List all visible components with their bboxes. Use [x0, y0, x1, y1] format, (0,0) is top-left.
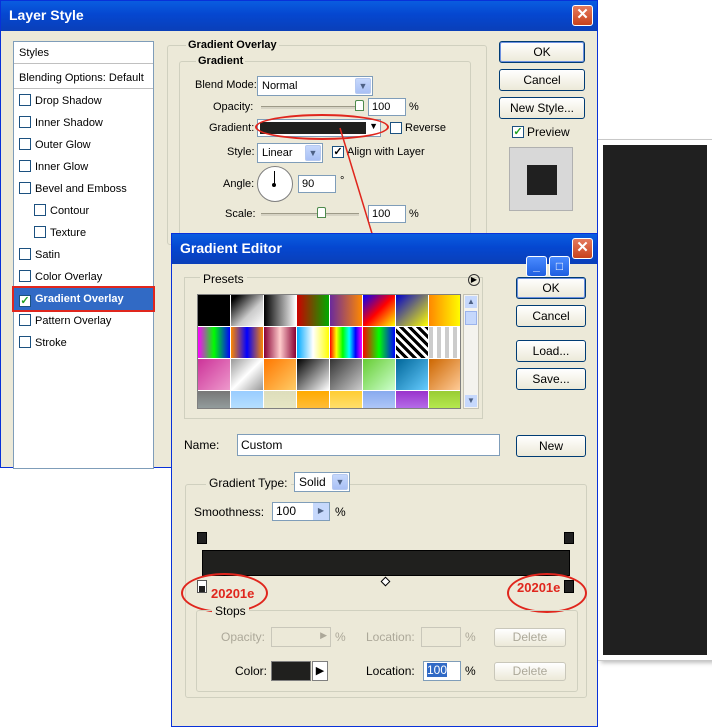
color-label: Color: — [235, 664, 268, 678]
preset-swatch[interactable] — [231, 359, 264, 391]
preset-swatch[interactable] — [429, 359, 460, 391]
stop-location-label: Location: — [366, 630, 415, 644]
preset-swatch[interactable] — [396, 295, 429, 327]
preset-swatch[interactable] — [198, 359, 231, 391]
color-menu-arrow-icon[interactable]: ▶ — [312, 661, 328, 681]
opacity-stop-right[interactable] — [564, 532, 574, 544]
stops-label: Stops — [212, 604, 249, 618]
stop-opacity-percent-sign: % — [335, 630, 346, 644]
preset-swatch[interactable] — [330, 327, 363, 359]
gradient-type-label: Gradient Type: — [206, 476, 291, 490]
preset-swatch[interactable] — [363, 327, 396, 359]
preset-swatch[interactable] — [264, 295, 297, 327]
delete-opacity-stop-button: Delete — [494, 628, 566, 647]
stop-location-input — [421, 627, 461, 647]
stop-opacity-input: ▶ — [271, 627, 331, 647]
preset-swatch[interactable] — [231, 295, 264, 327]
ge-cancel-button[interactable]: Cancel — [516, 305, 586, 327]
chevron-down-icon: ▼ — [332, 474, 348, 490]
preset-swatch[interactable] — [264, 359, 297, 391]
color-location-label: Location: — [366, 664, 415, 678]
preset-swatch[interactable] — [264, 327, 297, 359]
gradient-editor-titlebar[interactable]: Gradient Editor _ □ ✕ — [172, 234, 597, 277]
scroll-up-icon[interactable]: ▲ — [465, 296, 477, 308]
preset-swatch[interactable] — [297, 391, 330, 408]
presets-swatch-grid — [197, 294, 461, 409]
name-input[interactable]: Custom — [237, 434, 500, 456]
preset-swatch[interactable] — [231, 391, 264, 408]
color-location-input[interactable]: 100 — [423, 661, 461, 681]
preset-swatch[interactable] — [330, 391, 363, 408]
smoothness-label: Smoothness: — [194, 505, 265, 519]
preset-swatch[interactable] — [396, 327, 429, 359]
gradient-editor-dialog: Gradient Editor _ □ ✕ Presets ▶ ▲ ▼ OK C… — [171, 233, 598, 727]
preset-swatch[interactable] — [231, 327, 264, 359]
preset-swatch[interactable] — [363, 391, 396, 408]
smoothness-arrow-icon[interactable]: ▶ — [313, 503, 329, 520]
gradient-editor-title: Gradient Editor — [180, 240, 282, 256]
preset-swatch[interactable] — [198, 327, 231, 359]
gradient-preview-bar[interactable] — [202, 550, 570, 576]
preset-swatch[interactable] — [198, 391, 231, 408]
preset-swatch[interactable] — [198, 295, 231, 327]
close-icon[interactable]: ✕ — [572, 238, 593, 259]
presets-label: Presets — [200, 272, 247, 286]
right-stop-annotation: 20201e — [517, 580, 561, 595]
left-stop-annotation: 20201e — [211, 586, 255, 601]
color-swatch[interactable] — [271, 661, 311, 681]
preset-swatch[interactable] — [363, 359, 396, 391]
gradient-type-select[interactable]: Solid ▼ — [294, 472, 350, 492]
stop-location-percent-sign: % — [465, 630, 476, 644]
smoothness-percent-sign: % — [335, 505, 346, 519]
stop-opacity-arrow-icon: ▶ — [320, 630, 327, 640]
name-label: Name: — [184, 438, 220, 452]
preset-swatch[interactable] — [330, 295, 363, 327]
preset-swatch[interactable] — [396, 359, 429, 391]
scroll-down-icon[interactable]: ▼ — [465, 395, 477, 407]
preset-swatch[interactable] — [297, 295, 330, 327]
preset-swatch[interactable] — [429, 295, 460, 327]
preset-swatch[interactable] — [297, 327, 330, 359]
preset-swatch[interactable] — [363, 295, 396, 327]
smoothness-input[interactable]: 100 ▶ — [272, 502, 330, 521]
preset-swatch[interactable] — [297, 359, 330, 391]
maximize-icon[interactable]: □ — [549, 256, 570, 277]
opacity-stop-left[interactable] — [197, 532, 207, 544]
scroll-thumb[interactable] — [465, 311, 477, 325]
preset-swatch[interactable] — [429, 327, 460, 359]
preset-swatch[interactable] — [396, 391, 429, 408]
minimize-icon[interactable]: _ — [526, 256, 547, 277]
color-location-percent-sign: % — [465, 664, 476, 678]
save-button[interactable]: Save... — [516, 368, 586, 390]
new-button[interactable]: New — [516, 435, 586, 457]
load-button[interactable]: Load... — [516, 340, 586, 362]
preset-swatch[interactable] — [429, 391, 460, 408]
ge-ok-button[interactable]: OK — [516, 277, 586, 299]
presets-menu-icon[interactable]: ▶ — [468, 274, 480, 286]
preset-swatch[interactable] — [264, 391, 297, 408]
presets-scrollbar[interactable]: ▲ ▼ — [463, 294, 479, 409]
preset-swatch[interactable] — [330, 359, 363, 391]
stop-opacity-label: Opacity: — [221, 630, 266, 644]
delete-color-stop-button: Delete — [494, 662, 566, 681]
